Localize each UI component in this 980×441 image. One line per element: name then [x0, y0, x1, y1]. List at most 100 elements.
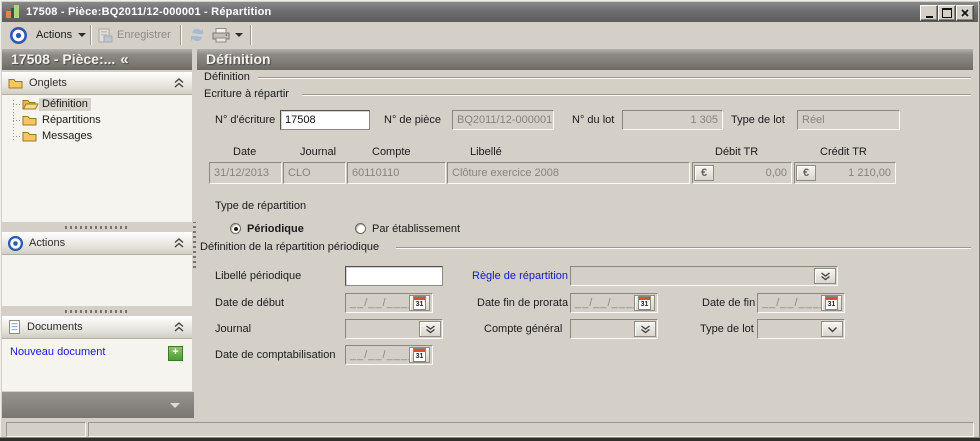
collapse-chevron-icon[interactable]	[173, 238, 185, 248]
date-debut-calendar-button[interactable]: 31	[409, 295, 430, 311]
double-chevron-down-icon	[820, 272, 831, 281]
tree-item-label[interactable]: Définition	[39, 98, 91, 111]
print-icon[interactable]	[212, 28, 230, 43]
libelle-periodique-label: Libellé périodique	[215, 270, 301, 282]
compte-general-dropdown-button[interactable]	[634, 321, 656, 337]
actions-panel-title: Actions	[29, 237, 65, 249]
actions-panel-body	[2, 255, 192, 306]
libelle-periodique-input[interactable]	[345, 266, 443, 286]
main-header: Définition	[197, 48, 973, 70]
add-document-button[interactable]: +	[168, 346, 183, 361]
panel-splitter-handle[interactable]	[65, 310, 129, 313]
debit-currency-button[interactable]: €	[694, 165, 714, 181]
date-fin-prorata-calendar-button[interactable]: 31	[634, 295, 655, 311]
sidebar-header-title: 17508 - Pièce:...	[2, 51, 115, 67]
onglets-panel-body: Définition Répartitions Messages	[2, 95, 192, 222]
sidebar-collapse-icon[interactable]: «	[115, 51, 128, 68]
status-bar	[2, 420, 978, 436]
folder-icon	[22, 130, 39, 143]
radio-par-etablissement[interactable]	[355, 223, 366, 234]
collapse-chevron-icon[interactable]	[173, 322, 185, 332]
date-fin-calendar-button[interactable]: 31	[821, 295, 842, 311]
calendar-icon: 31	[825, 296, 838, 310]
double-chevron-down-icon	[425, 325, 436, 334]
onglets-panel-title: Onglets	[29, 77, 67, 89]
new-document-link[interactable]: Nouveau document	[10, 346, 105, 358]
euro-icon: €	[803, 167, 809, 179]
group-divider	[302, 94, 971, 95]
type-lot2-dropdown-button[interactable]	[821, 321, 843, 337]
date-debut-label: Date de début	[215, 297, 284, 309]
date-comptabilisation-label: Date de comptabilisation	[215, 349, 335, 361]
minimize-icon	[926, 16, 933, 18]
type-lot-input: Réel	[797, 110, 900, 130]
n-ecriture-input[interactable]: 17508	[280, 110, 370, 130]
calendar-icon: 31	[638, 296, 651, 310]
journal-label: Journal	[215, 323, 251, 335]
status-cell	[6, 422, 86, 437]
col-header-libelle: Libellé	[470, 146, 502, 158]
toolbar: Actions Enregistrer	[2, 22, 978, 48]
n-lot-label: N° du lot	[572, 114, 614, 126]
credit-currency-button[interactable]: €	[796, 165, 816, 181]
tree-connector	[13, 136, 21, 137]
date-fin-prorata-label: Date fin de prorata	[477, 297, 568, 309]
title-bar[interactable]: 17508 - Pièce:BQ2011/12-000001 - Réparti…	[2, 2, 978, 22]
type-lot2-label: Type de lot	[700, 323, 754, 335]
maximize-icon	[942, 8, 952, 18]
actions-panel-header[interactable]: Actions	[2, 232, 192, 255]
onglets-panel-header[interactable]: Onglets	[2, 72, 192, 95]
app-icon	[6, 5, 20, 19]
tree-item-messages[interactable]: Messages	[22, 129, 95, 144]
journal-dropdown-button[interactable]	[419, 321, 441, 337]
type-lot-label: Type de lot	[731, 114, 785, 126]
sidebar-header[interactable]: 17508 - Pièce:... «	[2, 48, 192, 70]
toolbar-separator	[250, 25, 251, 45]
chevron-down-icon	[827, 326, 838, 333]
row-compte-cell: 60110110	[347, 162, 446, 184]
refresh-icon[interactable]	[188, 27, 206, 43]
row-journal-cell: CLO	[283, 162, 346, 184]
actions-bullseye-icon	[8, 236, 23, 251]
calendar-icon: 31	[413, 296, 426, 310]
actions-caret-icon	[78, 33, 86, 37]
documents-panel-header[interactable]: Documents	[2, 316, 192, 339]
tree-item-label[interactable]: Répartitions	[39, 114, 104, 127]
document-icon	[9, 320, 21, 334]
actions-bullseye-icon	[10, 27, 27, 44]
maximize-button[interactable]	[938, 5, 956, 21]
save-button[interactable]: Enregistrer	[117, 29, 171, 41]
date-fin-label: Date de fin	[702, 297, 755, 309]
n-lot-input: 1 305	[622, 110, 723, 130]
tree-connector	[13, 120, 21, 121]
sidebar-splitter-handle[interactable]	[193, 222, 196, 268]
radio-periodique[interactable]	[230, 223, 241, 234]
regle-repartition-select[interactable]	[570, 266, 838, 286]
collapse-chevron-icon[interactable]	[173, 78, 185, 88]
close-button[interactable]	[956, 5, 974, 21]
documents-panel-title: Documents	[27, 321, 83, 333]
tree-item-label[interactable]: Messages	[39, 130, 95, 143]
open-folder-icon	[22, 98, 39, 111]
toolbar-separator	[90, 25, 91, 45]
col-header-credit: Crédit TR	[820, 146, 867, 158]
close-icon	[961, 9, 969, 17]
date-comptabilisation-calendar-button[interactable]: 31	[409, 347, 430, 363]
main-header-title: Définition	[197, 51, 271, 67]
panel-splitter-handle[interactable]	[65, 226, 129, 229]
toolbar-separator	[180, 25, 181, 45]
tree-connector	[13, 104, 21, 105]
euro-icon: €	[701, 167, 707, 179]
print-options-caret-icon[interactable]	[235, 33, 243, 37]
sidebar-collapse-bar[interactable]	[2, 392, 194, 418]
folder-icon	[22, 114, 39, 127]
calendar-icon: 31	[413, 348, 426, 362]
minimize-button[interactable]	[920, 5, 938, 21]
tree-item-definition[interactable]: Définition	[22, 97, 91, 112]
col-header-date: Date	[233, 146, 256, 158]
radio-periodique-label[interactable]: Périodique	[247, 223, 304, 235]
actions-menu-button[interactable]: Actions	[36, 29, 72, 41]
radio-par-etablissement-label[interactable]: Par établissement	[372, 223, 460, 235]
tree-item-repartitions[interactable]: Répartitions	[22, 113, 104, 128]
regle-dropdown-button[interactable]	[814, 268, 836, 284]
